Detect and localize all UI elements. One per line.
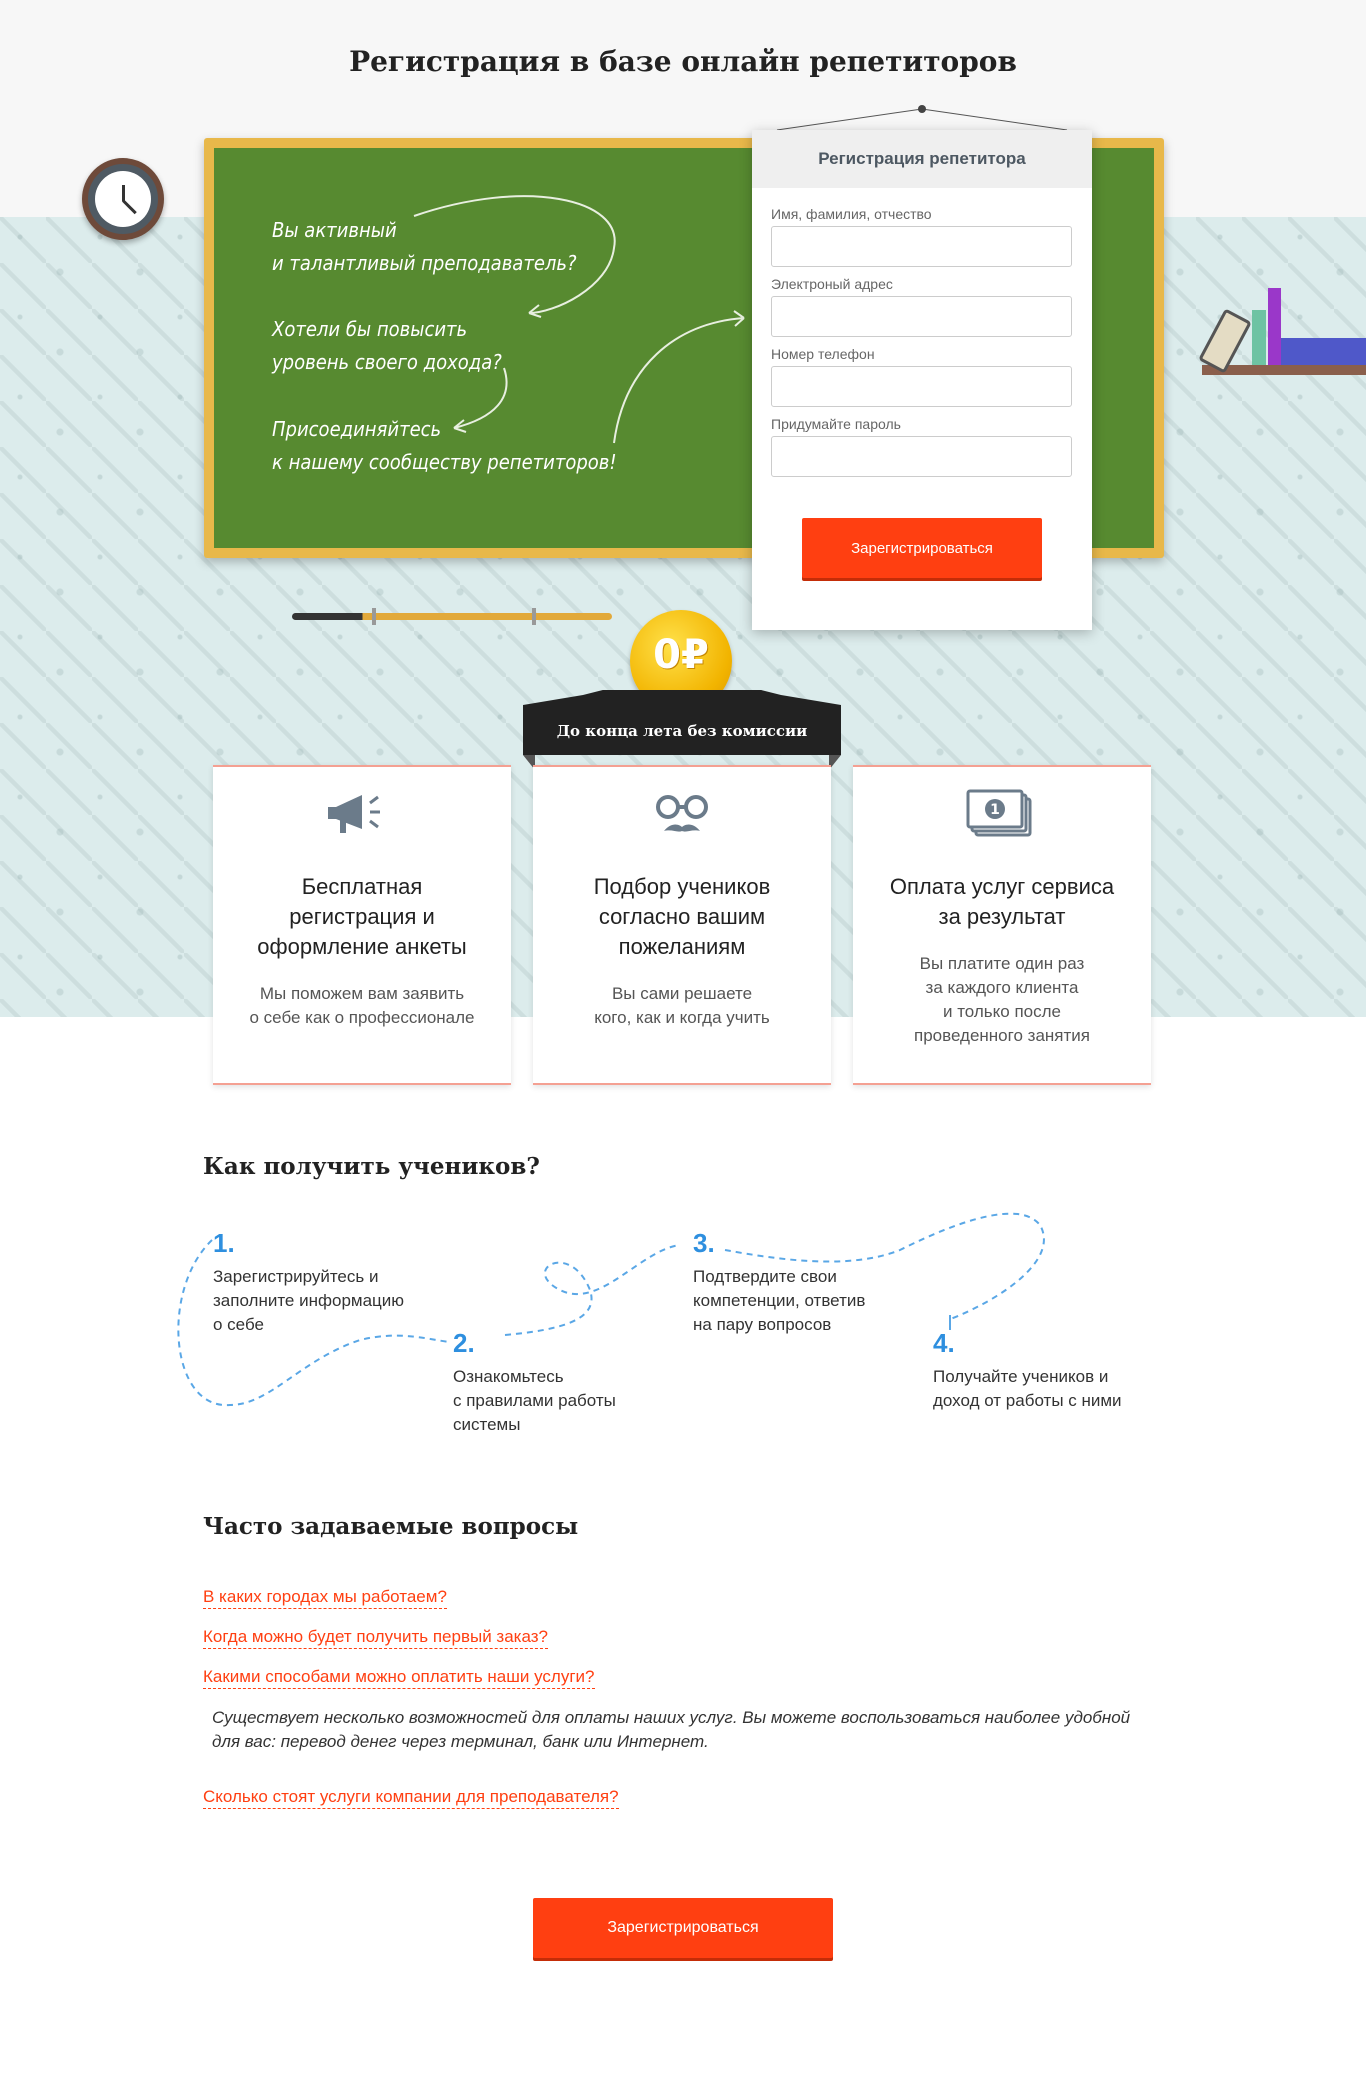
- feature-text-3: Вы платите один раз за каждого клиента и т…: [914, 954, 1090, 1045]
- megaphone-icon: [328, 795, 380, 833]
- step-number-4: 4.: [933, 1328, 955, 1358]
- phone-input[interactable]: [771, 366, 1072, 407]
- faq-question-4[interactable]: Сколько стоят услуги компании для препод…: [203, 1786, 619, 1809]
- page-title: Регистрация в базе онлайн репетиторов: [349, 45, 1017, 78]
- step-text-2: Ознакомьтесь с правилами работы системы: [453, 1367, 616, 1434]
- feature-card-2: Подбор учеников согласно вашим пожеланиям …: [533, 765, 831, 1085]
- glasses-mustache-icon: [656, 795, 708, 832]
- name-input[interactable]: [771, 226, 1072, 267]
- book-icon: [1268, 288, 1281, 365]
- faq-title: Часто задаваемые вопросы: [203, 1513, 579, 1540]
- password-input[interactable]: [771, 436, 1072, 477]
- register-button[interactable]: Зарегистрироваться: [802, 518, 1042, 578]
- faq-question-1[interactable]: В каких городах мы работаем?: [203, 1586, 447, 1609]
- steps-flow-line: [177, 1212, 1045, 1407]
- feature-card-1: Бесплатная регистрация и оформление анкеты…: [213, 765, 511, 1085]
- money-icon: 1: [966, 789, 1032, 837]
- book-icon: [1252, 310, 1266, 365]
- email-field-group: Электроный адрес: [771, 276, 1072, 337]
- clock-icon: [82, 158, 164, 240]
- bottom-register-button[interactable]: Зарегистрироваться: [533, 1898, 833, 1958]
- feature-text-2: Вы сами решаете кого, как и когда учить: [594, 984, 770, 1027]
- name-label: Имя, фамилия, отчество: [771, 206, 932, 222]
- step-number-3: 3.: [693, 1228, 715, 1258]
- feature-card-3: 1 Оплата услуг сервиса за результат Вы пл…: [853, 765, 1151, 1085]
- phone-label: Номер телефон: [771, 346, 875, 362]
- promo-ribbon-text: До конца лета без комиссии: [556, 722, 808, 740]
- phone-field-group: Номер телефон: [771, 346, 1072, 407]
- password-field-group: Придумайте пароль: [771, 416, 1072, 477]
- book-icon: [1281, 338, 1366, 365]
- step-text-3: Подтвердите свои компетенции, ответив на п…: [693, 1267, 866, 1334]
- pointer-stick: [292, 608, 612, 625]
- feature-title-1: Бесплатная регистрация и оформление анкеты: [257, 874, 467, 959]
- step-number-1: 1.: [213, 1228, 235, 1258]
- name-field-group: Имя, фамилия, отчество: [771, 206, 1072, 267]
- step-number-2: 2.: [453, 1328, 475, 1358]
- feature-title-2: Подбор учеников согласно вашим пожеланиям: [593, 874, 771, 959]
- faq-question-3[interactable]: Какими способами можно оплатить наши усл…: [203, 1666, 595, 1689]
- email-input[interactable]: [771, 296, 1072, 337]
- faq-question-2[interactable]: Когда можно будет получить первый заказ?: [203, 1626, 548, 1649]
- step-text-4: Получайте учеников и доход от работы с ни…: [933, 1367, 1122, 1410]
- svg-text:1: 1: [990, 802, 1000, 818]
- registration-title: Регистрация репетитора: [752, 130, 1092, 188]
- email-label: Электроный адрес: [771, 276, 893, 292]
- feature-text-1: Мы поможем вам заявить о себе как о профе…: [249, 984, 475, 1027]
- feature-title-3: Оплата услуг сервиса за результат: [889, 874, 1115, 929]
- password-label: Придумайте пароль: [771, 416, 901, 432]
- chalk-arrows: [413, 195, 745, 444]
- how-to-title: Как получить учеников?: [203, 1153, 540, 1180]
- faq-answer-3: Существует несколько возможностей для оп…: [212, 1708, 1131, 1751]
- step-text-1: Зарегистрируйтесь и заполните информацию о…: [213, 1267, 405, 1334]
- registration-card: Регистрация репетитора Имя, фамилия, отч…: [752, 130, 1092, 630]
